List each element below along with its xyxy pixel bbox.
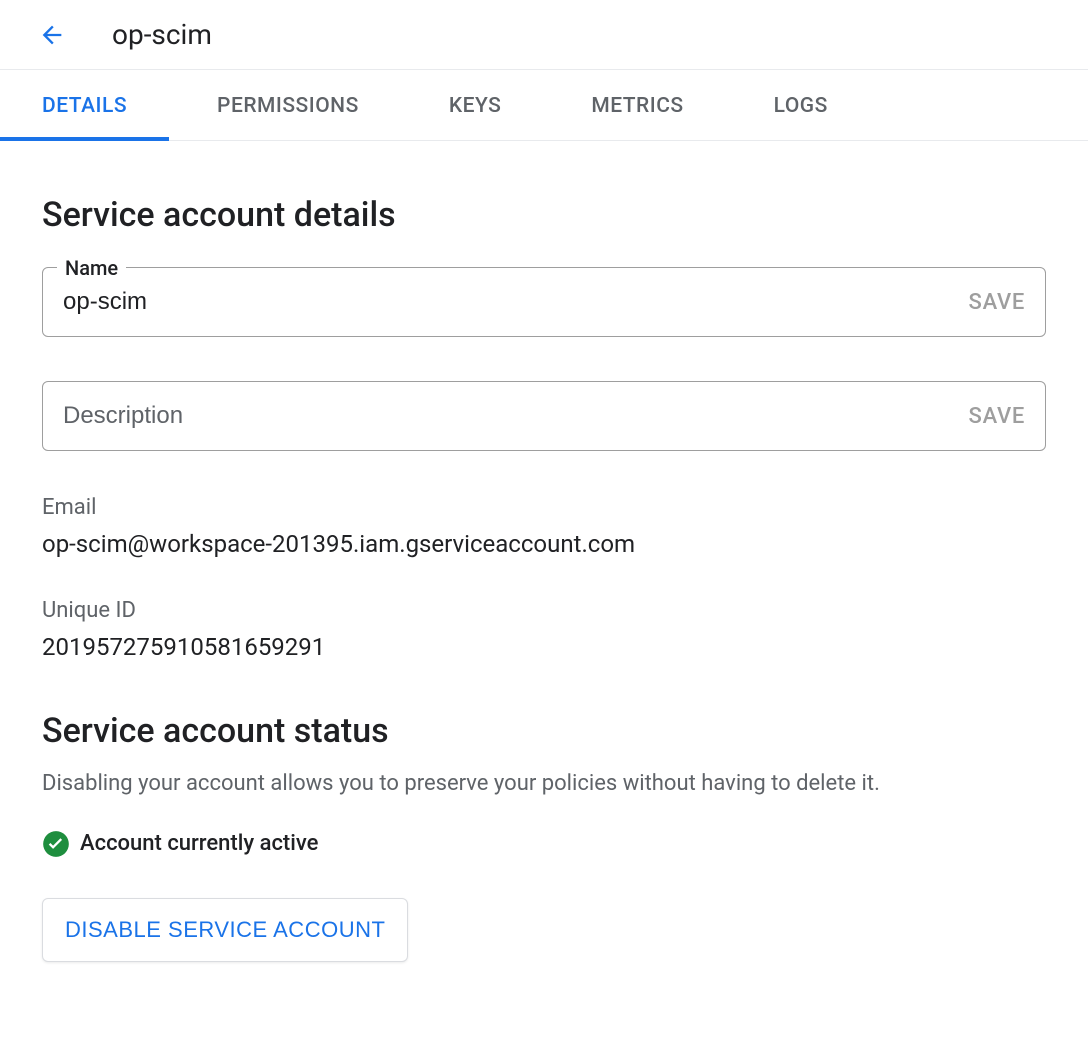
status-row: Account currently active [42, 830, 1046, 858]
email-label: Email [42, 495, 1046, 520]
disable-service-account-button[interactable]: DISABLE SERVICE ACCOUNT [42, 898, 408, 962]
name-field: Name SAVE [42, 267, 1046, 337]
description-save-button[interactable]: SAVE [953, 404, 1025, 429]
name-label: Name [57, 256, 126, 280]
tab-logs[interactable]: LOGS [774, 70, 828, 140]
status-description: Disabling your account allows you to pre… [42, 769, 1046, 800]
tabs-bar: DETAILS PERMISSIONS KEYS METRICS LOGS [0, 70, 1088, 141]
page-title: op-scim [112, 18, 212, 51]
unique-id-label: Unique ID [42, 598, 1046, 623]
tab-details[interactable]: DETAILS [42, 70, 127, 140]
description-field-wrap: SAVE [42, 381, 1046, 451]
status-section-title: Service account status [42, 711, 1046, 751]
tab-keys[interactable]: KEYS [449, 70, 502, 140]
details-section-title: Service account details [42, 195, 1046, 235]
page-header: op-scim [0, 0, 1088, 70]
description-field: SAVE [42, 381, 1046, 451]
tab-permissions[interactable]: PERMISSIONS [217, 70, 359, 140]
check-circle-icon [42, 830, 70, 858]
tab-metrics[interactable]: METRICS [591, 70, 683, 140]
content-area: Service account details Name SAVE SAVE E… [0, 141, 1088, 1002]
status-active-text: Account currently active [80, 831, 318, 856]
name-field-wrap: Name SAVE [42, 267, 1046, 337]
back-arrow-icon[interactable] [38, 21, 66, 49]
status-section: Service account status Disabling your ac… [42, 711, 1046, 962]
description-input[interactable] [63, 402, 953, 430]
unique-id-value: 201957275910581659291 [42, 633, 1046, 661]
email-value: op-scim@workspace-201395.iam.gserviceacc… [42, 530, 1046, 558]
name-input[interactable] [63, 288, 953, 316]
name-save-button[interactable]: SAVE [953, 290, 1025, 315]
